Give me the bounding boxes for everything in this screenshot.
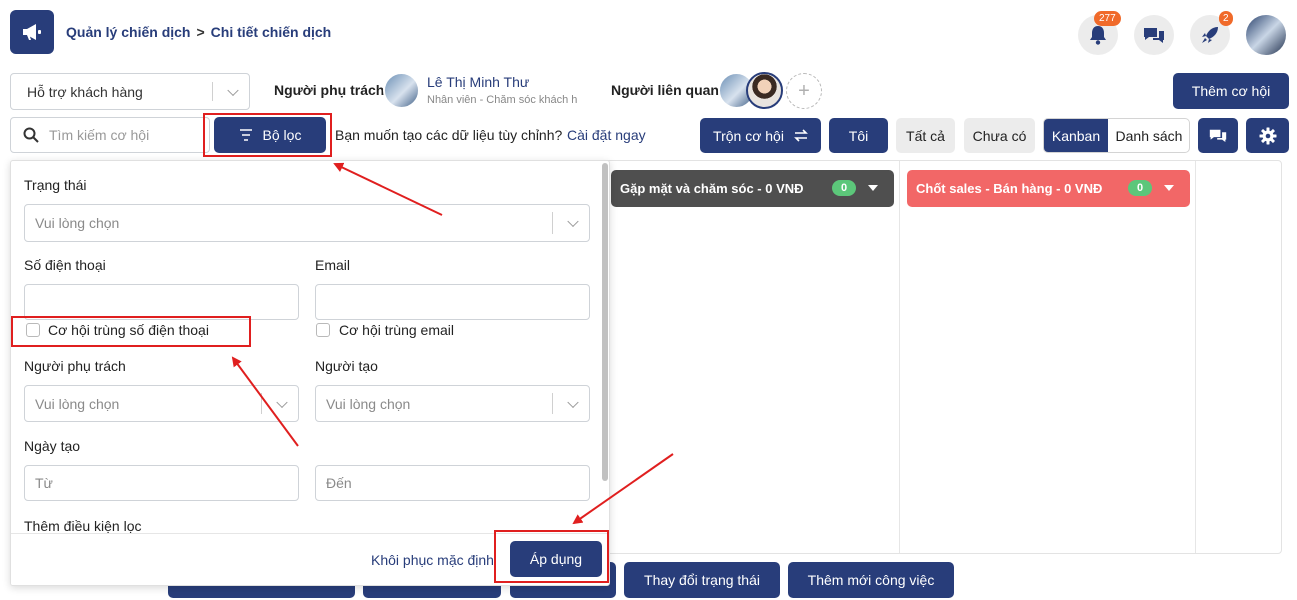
view-list-tab[interactable]: Danh sách [1108, 119, 1189, 152]
add-task-button[interactable]: Thêm mới công việc [788, 562, 954, 598]
breadcrumb-current: Chi tiết chiến dịch [210, 24, 332, 40]
add-related-button[interactable]: + [786, 73, 822, 109]
related-label: Người liên quan [611, 82, 719, 98]
filter-all-button[interactable]: Tất cả [896, 118, 955, 153]
phone-label: Số điện thoại [24, 257, 106, 273]
caret-down-icon[interactable] [868, 185, 878, 191]
owner-filter-placeholder: Vui lòng chọn [35, 395, 120, 412]
email-input[interactable] [315, 284, 590, 320]
owner-role: Nhân viên - Chăm sóc khách h [427, 94, 578, 106]
megaphone-icon [23, 24, 41, 40]
gear-icon [1259, 127, 1276, 144]
chevron-down-icon [567, 215, 579, 228]
search-icon [23, 127, 39, 143]
view-toggle: Kanban Danh sách [1043, 118, 1190, 153]
date-to-input[interactable]: Đến [315, 465, 590, 501]
merge-opportunities-button[interactable]: Trộn cơ hội [700, 118, 821, 153]
status-select-placeholder: Vui lòng chọn [35, 215, 120, 231]
creator-label: Người tạo [315, 358, 378, 374]
custom-data-link[interactable]: Cài đặt ngay [567, 127, 646, 143]
campaign-select[interactable]: Hỗ trợ khách hàng [10, 73, 250, 110]
owner-name[interactable]: Lê Thị Minh Thư [427, 74, 529, 90]
chevron-down-icon [276, 396, 288, 408]
rocket-icon [1202, 27, 1218, 43]
kanban-column-count: 0 [1128, 180, 1152, 196]
view-kanban-tab[interactable]: Kanban [1044, 119, 1108, 152]
chevron-down-icon [567, 396, 579, 408]
owner-avatar[interactable] [383, 72, 420, 109]
notification-count-badge: 277 [1094, 11, 1121, 26]
chevron-down-icon [227, 84, 239, 96]
kanban-column-divider-2 [1195, 161, 1196, 553]
breadcrumb-parent-link[interactable]: Quản lý chiến dịch [66, 24, 190, 40]
chat-icon [1144, 28, 1164, 43]
swap-arrows-icon [794, 129, 808, 142]
owner-filter-select[interactable]: Vui lòng chọn [24, 385, 299, 422]
search-box[interactable]: Tìm kiếm cơ hội [10, 117, 210, 153]
creator-select[interactable]: Vui lòng chọn [315, 385, 590, 422]
email-label: Email [315, 257, 351, 273]
date-to-placeholder: Đến [326, 475, 352, 491]
change-status-button[interactable]: Thay đổi trạng thái [624, 562, 780, 598]
kanban-board [604, 160, 1282, 554]
status-select[interactable]: Vui lòng chọn [24, 204, 590, 242]
reset-default-link[interactable]: Khôi phục mặc định [371, 552, 494, 568]
annotation-box-dup-phone [11, 316, 251, 347]
breadcrumb: Quản lý chiến dịch > Chi tiết chiến dịch [66, 24, 331, 40]
status-label: Trạng thái [24, 177, 87, 193]
annotation-box-apply [494, 530, 609, 583]
owner-filter-label: Người phụ trách [24, 358, 126, 374]
add-opportunity-button[interactable]: Thêm cơ hội [1173, 73, 1289, 109]
phone-input[interactable] [24, 284, 299, 320]
dup-email-label[interactable]: Cơ hội trùng email [339, 322, 454, 338]
merge-label: Trộn cơ hội [713, 127, 784, 144]
filter-panel: Trạng thái Vui lòng chọn Số điện thoại E… [10, 160, 610, 586]
search-input[interactable]: Tìm kiếm cơ hội [49, 127, 149, 143]
rocket-count-badge: 2 [1219, 11, 1233, 26]
related-avatar-2[interactable] [746, 72, 783, 109]
custom-data-prompt: Bạn muốn tạo các dữ liệu tùy chỉnh? [335, 127, 563, 143]
creator-select-placeholder: Vui lòng chọn [326, 395, 411, 412]
messages-button[interactable] [1134, 15, 1174, 55]
filter-me-button[interactable]: Tôi [829, 118, 888, 153]
filter-scrollbar[interactable] [602, 163, 608, 481]
created-date-label: Ngày tạo [24, 438, 81, 454]
more-conditions-link[interactable]: Thêm điều kiện lọc [24, 518, 142, 534]
date-from-placeholder: Từ [35, 475, 53, 491]
kanban-column-count: 0 [832, 180, 856, 196]
bell-icon [1090, 26, 1106, 45]
filter-none-button[interactable]: Chưa có [964, 118, 1035, 153]
plus-icon: + [798, 80, 810, 102]
breadcrumb-separator: > [196, 24, 205, 40]
chat-icon [1209, 129, 1227, 143]
date-from-input[interactable]: Từ [24, 465, 299, 501]
annotation-box-filter [203, 113, 332, 157]
kanban-column-title: Gặp mặt và chăm sóc - 0 VNĐ [620, 181, 804, 196]
kanban-column-title: Chốt sales - Bán hàng - 0 VNĐ [916, 181, 1103, 196]
kanban-column-divider-1 [899, 161, 900, 553]
comments-button[interactable] [1198, 118, 1238, 153]
owner-label: Người phụ trách [274, 82, 385, 98]
user-avatar[interactable] [1246, 15, 1286, 55]
settings-button[interactable] [1246, 118, 1289, 153]
dup-email-checkbox[interactable] [316, 323, 330, 337]
campaign-select-value: Hỗ trợ khách hàng [27, 83, 143, 100]
caret-down-icon[interactable] [1164, 185, 1174, 191]
app-logo-button[interactable] [10, 10, 54, 54]
